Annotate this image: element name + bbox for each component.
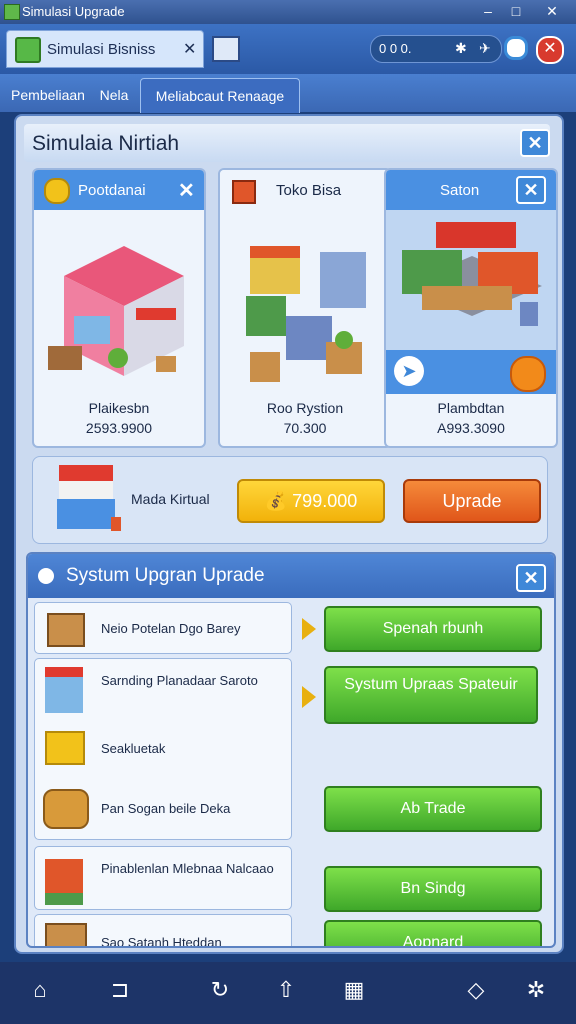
close-icon[interactable]: ✕ [178,178,195,203]
pin-icon[interactable]: ➤ [394,356,424,386]
panel-title: Simulaia Nirtiah [32,132,180,155]
list-item[interactable]: Sao Satanh Hteddan [34,914,292,948]
document-tab[interactable]: Simulasi Bisniss ✕ [6,30,204,68]
list-item-text[interactable]: Sarnding Planadaar Saroto [101,673,281,688]
upgrade-banner: Mada Kirtual 💰 799.000 Uprade [32,456,548,544]
coin-icon [44,178,70,204]
coin-icon[interactable] [510,356,546,392]
box-icon [45,923,87,946]
list-item-text[interactable]: Pan Sogan beile Deka [101,801,230,816]
approve-button[interactable]: Aopnard [324,920,542,946]
cart-icon [45,731,85,765]
globe-icon [38,568,54,584]
tab-renaage[interactable]: Meliabcaut Renaage [140,78,300,113]
list-item-text: Pinablenlan Mlebnaa Nalcaao [101,861,274,876]
bread-icon [43,789,89,829]
list-item-text: Neio Potelan Dgo Barey [101,621,241,636]
subpanel-header: Systum Upgran Uprade ✕ [28,554,554,598]
card-name: Plaikesbn [88,400,150,416]
subpanel-title: Systum Upgran Uprade [66,565,265,586]
list-item-group: Sarnding Planadaar Saroto Seakluetak Pan… [34,658,292,840]
edge-icon[interactable] [504,36,528,60]
app-icon [4,4,20,20]
card-header: Saton ✕ [386,170,556,210]
business-card-1[interactable]: Pootdanai ✕ Plaikesbn 2593.9900 [32,168,206,448]
close-icon[interactable]: ✕ [542,2,562,20]
toolbar: Simulasi Bisniss ✕ 0 0 0. ✱ ✈ ✕ [0,24,576,74]
box-icon [232,180,256,204]
document-tab-label: Simulasi Bisniss [47,41,156,58]
nav-tabs: Pembeliaan Nela Meliabcaut Renaage [0,74,576,113]
card-value: 2593.9900 [85,420,153,436]
card-value: A993.3090 [437,420,505,436]
list-item-text: Sao Satanh Hteddan [101,935,222,948]
airplane-icon[interactable]: ✈ [479,40,491,57]
trade-button[interactable]: Ab Trade [324,786,542,832]
list-item[interactable]: Neio Potelan Dgo Barey [34,602,292,654]
gear-icon[interactable]: ✱ [455,40,467,57]
panel-header: Simulaia Nirtiah ✕ [24,124,550,162]
card-name: Roo Rystion [266,400,344,416]
market-stalls-image [246,246,366,382]
upgrade-subpanel: Systum Upgran Uprade ✕ Neio Potelan Dgo … [26,552,556,948]
business-card-3[interactable]: Saton ✕ ➤ Plambdtan A993.3090 [384,168,558,448]
bn-sindg-button[interactable]: Bn Sindg [324,866,542,912]
minimize-icon[interactable]: – [478,2,498,20]
home-icon[interactable]: ⌂ [24,974,56,1006]
upgrade-button[interactable]: Uprade [403,479,541,523]
card-close-button[interactable]: ✕ [516,176,546,204]
banner-label: Mada Kirtual [131,491,210,507]
system-upgrade-button[interactable]: Systum Upraas Spateuir [324,666,538,724]
card-label: Toko Bisa [276,182,342,199]
market-icon [45,859,83,905]
house-arrow-icon[interactable]: ⇧ [270,974,302,1006]
window-titlebar: Simulasi Upgrade – □ ✕ [0,0,576,24]
refresh-icon[interactable]: ↻ [204,974,236,1006]
card-action-bar: ➤ [386,350,556,394]
card-header: Pootdanai ✕ [34,170,204,210]
list-item[interactable]: Pinablenlan Mlebnaa Nalcaao [34,846,292,910]
shop-icon [45,667,83,713]
upgrade-option-button[interactable]: Spenah rbunh [324,606,542,652]
settings-icon[interactable]: ✲ [520,974,552,1006]
game-icon [15,37,41,63]
subpanel-close-button[interactable]: ✕ [516,564,546,592]
card-header: Toko Bisa [220,170,390,210]
tab-pembeliaan[interactable]: Pembeliaan [10,78,86,112]
diamond-icon[interactable]: ◇ [460,974,492,1006]
bag-icon: 💰 [264,491,288,511]
shop-building-image [48,246,184,376]
bottom-navigation: ⌂ ⊐ ↻ ⇧ ▦ ◇ ✲ [0,962,576,1024]
window-title: Simulasi Upgrade [22,4,125,19]
arrow-icon [302,618,316,640]
tab-nela[interactable]: Nela [92,78,136,112]
simulation-panel: Simulaia Nirtiah ✕ Pootdanai ✕ Plaikesbn… [14,114,564,954]
card-label: Pootdanai [78,182,146,199]
panel-close-button[interactable]: ✕ [520,129,550,157]
image-icon[interactable] [212,36,240,62]
price-button[interactable]: 💰 799.000 [237,479,385,523]
close-circle-icon[interactable]: ✕ [536,36,564,64]
status-pill: 0 0 0. ✱ ✈ [370,35,502,63]
price-button-label: 799.000 [292,491,358,511]
chart-icon[interactable]: ▦ [338,974,370,1006]
crate-icon [47,613,85,647]
store-front-image [402,222,542,326]
card-name: Plambdtan [437,400,505,416]
status-text: 0 0 0. [379,41,412,56]
card-label: Saton [440,182,480,199]
window-icon[interactable]: ⊐ [104,974,136,1006]
close-icon[interactable]: ✕ [183,39,196,59]
maximize-icon[interactable]: □ [506,2,526,20]
list-item-text[interactable]: Seakluetak [101,741,165,756]
stall-image [57,465,121,531]
arrow-icon [302,686,316,708]
card-value: 70.300 [283,420,327,436]
business-card-2[interactable]: Toko Bisa Roo Rystion 70.300 [218,168,392,448]
